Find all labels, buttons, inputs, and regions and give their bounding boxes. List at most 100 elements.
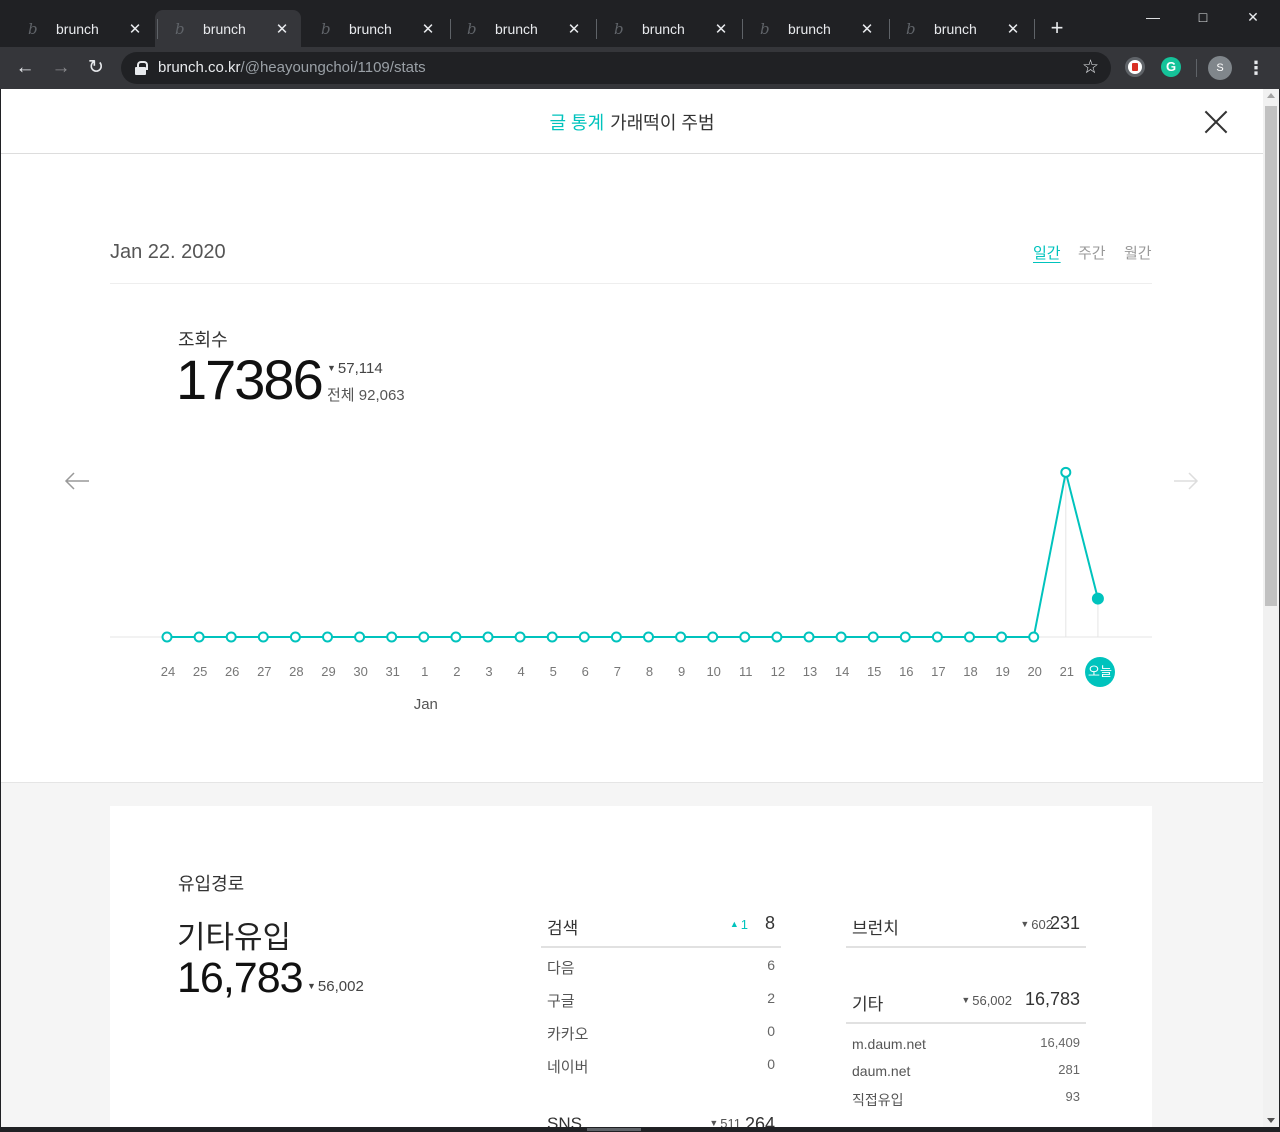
reload-icon[interactable]: ↻ xyxy=(83,55,109,81)
tab-strip: b brunch ✕ b brunch ✕ b brunch ✕ b brunch ✕ b brunch ✕… xyxy=(0,0,1280,47)
data-point xyxy=(418,631,430,643)
tab-close-icon[interactable]: ✕ xyxy=(273,20,291,38)
browser-tab[interactable]: b brunch ✕ xyxy=(301,10,447,47)
x-tick-label: 31 xyxy=(385,664,399,679)
bookmark-star-icon[interactable]: ☆ xyxy=(1082,56,1099,79)
tab-title: brunch xyxy=(788,20,831,37)
data-point xyxy=(739,631,751,643)
x-tick-label: 10 xyxy=(706,664,720,679)
browser-tab[interactable]: b brunch ✕ xyxy=(886,10,1032,47)
tab-title: brunch xyxy=(349,20,392,37)
tab-close-icon[interactable]: ✕ xyxy=(565,20,583,38)
download-extension-icon[interactable] xyxy=(1125,57,1145,77)
window-close-icon[interactable]: ✕ xyxy=(1230,6,1276,28)
x-tick-label: 11 xyxy=(739,664,753,679)
stats-date: Jan 22. 2020 xyxy=(110,241,226,263)
x-tick-label: 17 xyxy=(931,664,945,679)
scroll-down-arrow-icon[interactable] xyxy=(1267,1118,1275,1123)
tab-separator xyxy=(1034,19,1035,39)
top-source-value: 16,783 xyxy=(177,954,304,1002)
data-point xyxy=(161,631,173,643)
x-tick-label: 6 xyxy=(582,664,589,679)
x-tick-label: 16 xyxy=(899,664,913,679)
down-triangle-icon: ▼ xyxy=(961,995,971,1005)
back-arrow-icon[interactable]: ← xyxy=(12,55,38,81)
brunch-source-header: 브런치 ▼ 602 231 xyxy=(846,910,1086,948)
scrollbar-thumb[interactable] xyxy=(1265,106,1277,606)
data-point xyxy=(835,631,847,643)
other-source-value: 16,783 xyxy=(1024,989,1080,1009)
brunch-favicon-icon: b xyxy=(614,19,624,38)
profile-avatar[interactable]: S xyxy=(1208,56,1232,80)
top-source-delta: ▼ 56,002 xyxy=(307,978,364,995)
maximize-icon[interactable]: □ xyxy=(1180,6,1226,28)
tab-close-icon[interactable]: ✕ xyxy=(419,20,437,38)
other-source-name: 기타 xyxy=(852,995,884,1014)
browser-tab[interactable]: b brunch ✕ xyxy=(740,10,886,47)
tab-close-icon[interactable]: ✕ xyxy=(712,20,730,38)
grammarly-extension-icon[interactable]: G xyxy=(1161,57,1181,77)
data-point xyxy=(964,631,975,643)
brunch-source-name: 브런치 xyxy=(852,919,899,938)
search-source-value: 8 xyxy=(764,913,775,933)
forward-arrow-icon[interactable]: → xyxy=(48,55,74,81)
brunch-favicon-icon: b xyxy=(906,19,916,38)
minimize-icon[interactable]: — xyxy=(1130,6,1176,28)
data-point xyxy=(450,631,462,643)
browser-tab[interactable]: b brunch ✕ xyxy=(8,10,154,47)
toolbar-separator xyxy=(1196,59,1197,77)
scrollbar[interactable] xyxy=(1263,89,1279,1127)
close-icon[interactable] xyxy=(1204,110,1228,134)
data-point xyxy=(1060,466,1072,478)
brunch-favicon-icon: b xyxy=(175,19,185,38)
period-daily-tab[interactable]: 일간 xyxy=(1033,242,1061,263)
tab-separator xyxy=(157,19,158,39)
views-total: 전체 92,063 xyxy=(327,387,405,404)
other-source-header: 기타 ▼ 56,002 16,783 xyxy=(846,986,1086,1024)
tab-separator xyxy=(889,19,890,39)
address-bar[interactable]: brunch.co.kr/@heayoungchoi/1109/stats ☆ xyxy=(121,52,1111,84)
window-bottom-edge xyxy=(0,1127,1280,1132)
tab-close-icon[interactable]: ✕ xyxy=(126,20,144,38)
sns-source-header: SNS ▼ 511 264 xyxy=(541,1080,781,1127)
tab-close-icon[interactable]: ✕ xyxy=(1004,20,1022,38)
x-tick-label: 26 xyxy=(225,664,239,679)
period-weekly-tab[interactable]: 주간 xyxy=(1078,242,1106,263)
list-item: 네이버 0 xyxy=(547,1056,775,1076)
data-point xyxy=(1091,592,1104,605)
x-tick-label: 28 xyxy=(289,664,303,679)
browser-tab[interactable]: b brunch ✕ xyxy=(594,10,740,47)
tab-separator xyxy=(450,19,451,39)
data-point xyxy=(289,631,301,643)
tab-title: brunch xyxy=(203,20,246,37)
tab-title: brunch xyxy=(642,20,685,37)
search-source-name: 검색 xyxy=(547,919,579,938)
tab-close-icon[interactable]: ✕ xyxy=(858,20,876,38)
browser-menu-icon[interactable]: ⋮ xyxy=(1244,55,1268,81)
data-point xyxy=(193,631,205,643)
brunch-source-value: 231 xyxy=(1049,913,1080,933)
list-item: 다음 6 xyxy=(547,957,775,977)
x-tick-label: 24 xyxy=(161,664,175,679)
data-point xyxy=(899,631,911,643)
lock-icon xyxy=(135,61,148,75)
x-tick-label: 7 xyxy=(614,664,621,679)
list-item: 카카오 0 xyxy=(547,1023,775,1043)
data-point xyxy=(514,631,526,643)
x-tick-label: 1 xyxy=(421,664,428,679)
data-point xyxy=(643,631,654,643)
browser-tab[interactable]: b brunch ✕ xyxy=(155,10,301,47)
url-text[interactable]: brunch.co.kr/@heayoungchoi/1109/stats xyxy=(158,59,426,76)
brunch-favicon-icon: b xyxy=(321,19,331,38)
x-tick-label: 19 xyxy=(995,664,1009,679)
browser-tab[interactable]: b brunch ✕ xyxy=(447,10,593,47)
brunch-favicon-icon: b xyxy=(760,19,770,38)
stats-header: 글 통계 가래떡이 주범 xyxy=(1,89,1263,154)
scroll-up-arrow-icon[interactable] xyxy=(1267,93,1275,98)
period-monthly-tab[interactable]: 월간 xyxy=(1124,242,1152,263)
traffic-sources-card: 유입경로 기타유입 16,783 ▼ 56,002 검색 ▲ 1 8 다음 6 구글 2… xyxy=(110,806,1152,1127)
other-source-delta: ▼ 56,002 xyxy=(961,993,1012,1008)
tab-title: brunch xyxy=(56,20,99,37)
new-tab-plus-icon[interactable]: + xyxy=(1045,16,1069,40)
data-point xyxy=(931,631,943,643)
